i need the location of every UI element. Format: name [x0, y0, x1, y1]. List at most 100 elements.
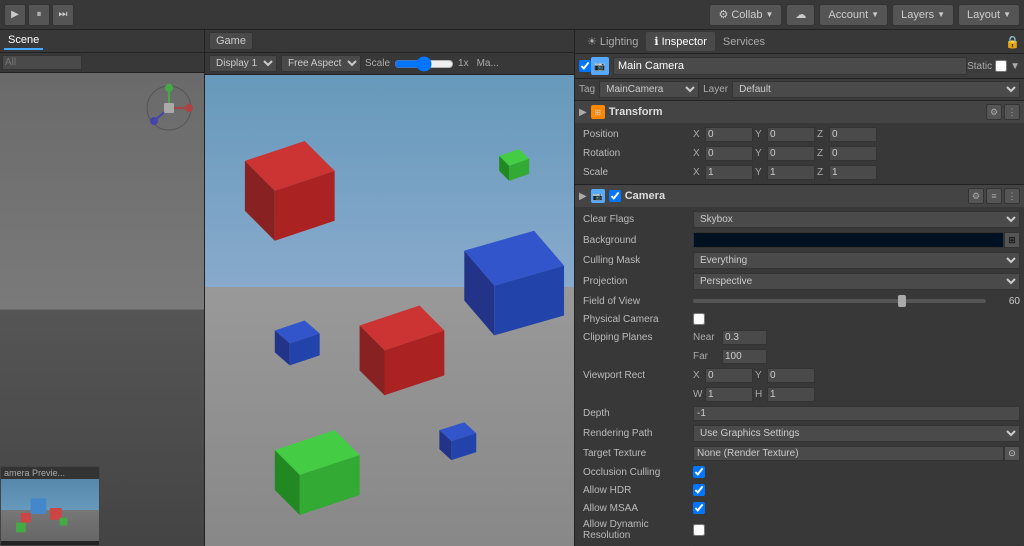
game-view[interactable] — [205, 75, 574, 546]
scale-z-field[interactable] — [829, 165, 877, 180]
svg-text:Y: Y — [167, 83, 171, 89]
tag-layer-row: Tag MainCamera Layer Default — [575, 79, 1024, 101]
inspector-icon: ℹ — [654, 35, 658, 48]
clipping-planes-row: Clipping Planes Near — [575, 328, 1024, 347]
rot-y-field[interactable] — [767, 146, 815, 161]
depth-field[interactable] — [693, 406, 1020, 421]
static-dropdown-arrow[interactable]: ▼ — [1010, 61, 1020, 72]
layer-select[interactable]: Default — [732, 81, 1020, 98]
background-color-picker[interactable]: ⊞ — [1004, 232, 1020, 248]
scene-gizmo: Y X — [144, 83, 194, 133]
tab-scene[interactable]: Scene — [4, 32, 43, 50]
target-texture-field[interactable] — [693, 446, 1004, 461]
scale-slider[interactable] — [394, 56, 454, 72]
allow-hdr-row: Allow HDR — [575, 481, 1024, 499]
top-right-controls: ⚙ Collab ▼ ☁ Account ▼ Layers ▼ Layout ▼ — [709, 4, 1020, 26]
rot-z-field[interactable] — [829, 146, 877, 161]
blue-cube-middle — [464, 231, 564, 336]
scale-x-field[interactable] — [705, 165, 753, 180]
clear-flags-select[interactable]: Skybox — [693, 211, 1020, 228]
vr-h-field[interactable] — [767, 387, 815, 402]
tab-services[interactable]: Services — [715, 33, 773, 51]
transform-buttons: ⚙ ⋮ — [986, 104, 1020, 120]
scale-row: Scale X Y Z — [575, 163, 1024, 182]
viewport-xy-fields: X Y — [693, 368, 1020, 383]
play-button[interactable]: ▶ — [4, 4, 26, 26]
object-active-checkbox[interactable] — [579, 60, 591, 72]
collab-button[interactable]: ⚙ Collab ▼ — [709, 4, 782, 26]
object-header: 📷 Static ▼ — [575, 54, 1024, 79]
scale-y-field[interactable] — [767, 165, 815, 180]
pos-x-field[interactable] — [705, 127, 753, 142]
camera-preview-viewport — [1, 479, 99, 541]
tab-inspector[interactable]: ℹ Inspector — [646, 32, 714, 51]
camera-icon: 📷 — [591, 189, 605, 203]
clipping-fields: Near — [693, 330, 1020, 345]
camera-preset-btn[interactable]: ≡ — [986, 188, 1002, 204]
vr-x-field[interactable] — [705, 368, 753, 383]
camera-settings-btn[interactable]: ⚙ — [968, 188, 984, 204]
allow-hdr-checkbox[interactable] — [693, 484, 705, 496]
game-tabs: Game — [205, 30, 574, 53]
vr-y-field[interactable] — [767, 368, 815, 383]
background-color-swatch[interactable] — [693, 232, 1004, 248]
static-checkbox[interactable] — [995, 60, 1007, 72]
object-icon: 📷 — [591, 57, 609, 75]
fov-slider-track[interactable] — [693, 299, 986, 303]
transform-overflow-btn[interactable]: ⋮ — [1004, 104, 1020, 120]
aspect-select[interactable]: Free Aspect — [281, 55, 361, 72]
rendering-path-row: Rendering Path Use Graphics Settings — [575, 423, 1024, 444]
transform-header[interactable]: ▶ ⊞ Transform ⚙ ⋮ — [575, 101, 1024, 123]
inspector-lock-button[interactable]: 🔒 — [1005, 35, 1020, 49]
occlusion-culling-row: Occlusion Culling — [575, 463, 1024, 481]
camera-enabled-checkbox[interactable] — [609, 190, 621, 202]
scene-panel: Scene Y X — [0, 30, 205, 546]
tag-select[interactable]: MainCamera — [599, 81, 699, 98]
step-button[interactable]: ⏭ — [52, 4, 74, 26]
rendering-path-select[interactable]: Use Graphics Settings — [693, 425, 1020, 442]
scene-view[interactable]: Y X < Persp amera Previe... — [0, 73, 204, 546]
pos-z-field[interactable] — [829, 127, 877, 142]
pause-button[interactable]: ⏸ — [28, 4, 50, 26]
projection-select[interactable]: Perspective — [693, 273, 1020, 290]
play-controls: ▶ ⏸ ⏭ — [4, 4, 74, 26]
cloud-button[interactable]: ☁ — [786, 4, 815, 26]
camera-header[interactable]: ▶ 📷 Camera ⚙ ≡ ⋮ — [575, 185, 1024, 207]
culling-mask-select[interactable]: Everything — [693, 252, 1020, 269]
camera-preview-title: amera Previe... — [1, 467, 99, 479]
projection-row: Projection Perspective — [575, 271, 1024, 292]
layout-button[interactable]: Layout ▼ — [958, 4, 1020, 26]
pos-y-field[interactable] — [767, 127, 815, 142]
scene-toolbar — [0, 53, 204, 73]
position-row: Position X Y Z — [575, 125, 1024, 144]
camera-overflow-btn[interactable]: ⋮ — [1004, 188, 1020, 204]
rot-x-field[interactable] — [705, 146, 753, 161]
scale-fields: X Y Z — [693, 165, 1020, 180]
allow-msaa-checkbox[interactable] — [693, 502, 705, 514]
near-field[interactable] — [722, 330, 767, 345]
scene-search-input[interactable] — [2, 55, 82, 70]
rotation-row: Rotation X Y Z — [575, 144, 1024, 163]
top-toolbar: ▶ ⏸ ⏭ ⚙ Collab ▼ ☁ Account ▼ Layers ▼ La… — [0, 0, 1024, 30]
blue-cube-small-right — [439, 422, 476, 460]
display-select[interactable]: Display 1 — [209, 55, 277, 72]
account-button[interactable]: Account ▼ — [819, 4, 888, 26]
clipping-far-fields: Far — [693, 349, 1020, 364]
maximize-label: Ma... — [477, 58, 499, 69]
layers-button[interactable]: Layers ▼ — [892, 4, 954, 26]
far-field[interactable] — [722, 349, 767, 364]
occlusion-culling-checkbox[interactable] — [693, 466, 705, 478]
tab-lighting[interactable]: ☀ Lighting — [579, 32, 646, 51]
vr-w-field[interactable] — [705, 387, 753, 402]
object-name-input[interactable] — [613, 57, 967, 75]
physical-camera-checkbox[interactable] — [693, 313, 705, 325]
viewport-rect-row: Viewport Rect X Y — [575, 366, 1024, 385]
viewport-wh-row: W H — [575, 385, 1024, 404]
lighting-icon: ☀ — [587, 35, 597, 48]
tab-game[interactable]: Game — [209, 32, 253, 50]
culling-mask-row: Culling Mask Everything — [575, 250, 1024, 271]
target-texture-pick-btn[interactable]: ⊙ — [1004, 446, 1020, 461]
transform-settings-btn[interactable]: ⚙ — [986, 104, 1002, 120]
allow-dynamic-checkbox[interactable] — [693, 524, 705, 536]
allow-msaa-row: Allow MSAA — [575, 499, 1024, 517]
